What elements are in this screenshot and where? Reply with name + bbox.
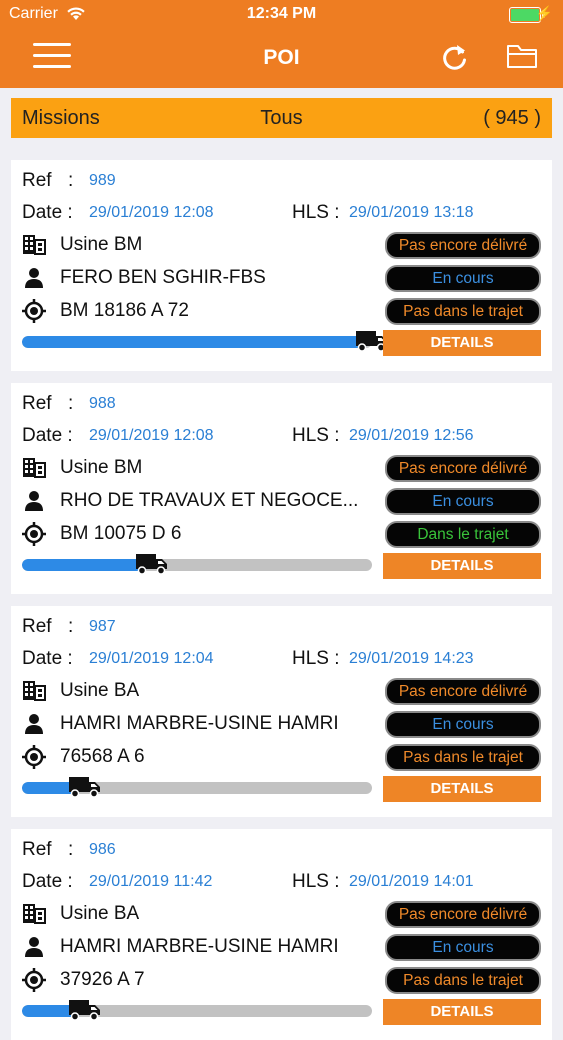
ref-value: 988 [89,395,116,412]
building-icon [23,904,46,924]
hls-label: HLS : [292,648,340,669]
site-name: Usine BM [60,457,143,478]
ref-colon: : [68,616,74,637]
date-value: 29/01/2019 12:08 [89,427,214,444]
missions-count: ( 945 ) [483,107,541,129]
status-bar: Carrier 12:34 PM ⚡ [0,0,563,30]
person-icon [25,937,43,957]
mission-card[interactable]: Ref : 989 Date : 29/01/2019 12:08 HLS : … [11,160,552,371]
site-name: Usine BM [60,234,143,255]
progress-status-badge: En cours [385,934,541,961]
building-icon [23,458,46,478]
ref-value: 987 [89,618,116,635]
location-target-icon [22,745,46,769]
location-value: BM 18186 A 72 [60,300,189,321]
client-name: HAMRI MARBRE-USINE HAMRI [60,713,339,734]
route-status-badge: Dans le trajet [385,521,541,548]
person-icon [25,268,43,288]
site-name: Usine BA [60,903,140,924]
delivery-status-badge: Pas encore délivré [385,455,541,482]
ref-label: Ref [22,393,52,414]
progress-status-badge: En cours [385,488,541,515]
site-name: Usine BA [60,680,140,701]
ref-label: Ref [22,616,52,637]
location-target-icon [22,522,46,546]
hls-label: HLS : [292,425,340,446]
hls-value: 29/01/2019 14:01 [349,873,474,890]
hls-value: 29/01/2019 14:23 [349,650,474,667]
date-label: Date : [22,425,73,446]
missions-filter[interactable]: Tous [11,107,552,130]
progress-track [22,336,372,348]
ref-colon: : [68,839,74,860]
truck-icon [135,554,167,575]
route-status-badge: Pas dans le trajet [385,298,541,325]
client-name: HAMRI MARBRE-USINE HAMRI [60,936,339,957]
progress-track [22,559,372,571]
details-button[interactable]: DETAILS [383,776,541,802]
details-button[interactable]: DETAILS [383,330,541,356]
date-value: 29/01/2019 12:08 [89,204,214,221]
route-status-badge: Pas dans le trajet [385,967,541,994]
clock: 12:34 PM [246,5,317,22]
client-name: RHO DE TRAVAUX ET NEGOCE... [60,490,359,511]
date-label: Date : [22,202,73,223]
missions-filter-bar[interactable]: Missions Tous ( 945 ) [11,98,552,138]
ref-colon: : [68,170,74,191]
charging-icon: ⚡ [535,5,553,21]
mission-card[interactable]: Ref : 986 Date : 29/01/2019 11:42 HLS : … [11,829,552,1040]
ref-label: Ref [22,839,52,860]
delivery-status-badge: Pas encore délivré [385,678,541,705]
hamburger-menu-icon[interactable] [33,43,71,69]
app-header: Carrier 12:34 PM ⚡ POI [0,0,563,88]
client-name: FERO BEN SGHIR-FBS [60,267,266,288]
date-value: 29/01/2019 12:04 [89,650,214,667]
ref-label: Ref [22,170,52,191]
truck-icon [69,1000,100,1021]
hls-label: HLS : [292,202,340,223]
ref-value: 989 [89,172,116,189]
truck-icon [69,777,100,798]
progress-fill [22,336,368,348]
progress-fill [22,559,148,571]
location-value: 37926 A 7 [60,969,145,990]
details-button[interactable]: DETAILS [383,553,541,579]
location-target-icon [22,968,46,992]
refresh-icon[interactable] [440,41,470,73]
folder-icon[interactable] [506,43,538,69]
mission-card[interactable]: Ref : 987 Date : 29/01/2019 12:04 HLS : … [11,606,552,817]
details-button[interactable]: DETAILS [383,999,541,1025]
progress-status-badge: En cours [385,265,541,292]
location-value: 76568 A 6 [60,746,145,767]
person-icon [25,491,43,511]
building-icon [23,235,46,255]
person-icon [25,714,43,734]
location-target-icon [22,299,46,323]
building-icon [23,681,46,701]
date-value: 29/01/2019 11:42 [89,873,213,890]
hls-label: HLS : [292,871,340,892]
progress-status-badge: En cours [385,711,541,738]
hls-value: 29/01/2019 12:56 [349,427,474,444]
hls-value: 29/01/2019 13:18 [349,204,474,221]
location-value: BM 10075 D 6 [60,523,182,544]
ref-colon: : [68,393,74,414]
ref-value: 986 [89,841,116,858]
mission-card[interactable]: Ref : 988 Date : 29/01/2019 12:08 HLS : … [11,383,552,594]
date-label: Date : [22,871,73,892]
delivery-status-badge: Pas encore délivré [385,232,541,259]
page-title: POI [263,46,300,69]
date-label: Date : [22,648,73,669]
delivery-status-badge: Pas encore délivré [385,901,541,928]
route-status-badge: Pas dans le trajet [385,744,541,771]
